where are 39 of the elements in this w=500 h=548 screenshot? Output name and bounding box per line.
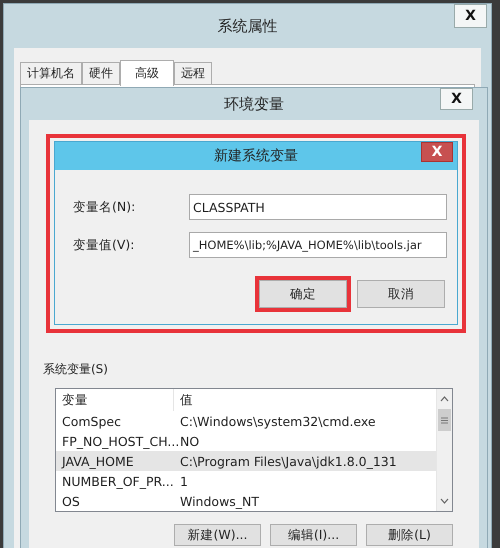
input-field[interactable]: CLASSPATH bbox=[189, 194, 447, 220]
dialog-button[interactable]: 取消 bbox=[357, 280, 445, 308]
table-cell-text: OS bbox=[61, 494, 81, 508]
field-label: 变量名(N): bbox=[73, 198, 136, 216]
table-cell-text: NUMBER_OF_PR... bbox=[61, 474, 174, 488]
tab[interactable]: 计算机名 bbox=[20, 62, 82, 84]
column-header[interactable]: 值 bbox=[174, 389, 436, 411]
scroll-bar[interactable] bbox=[436, 389, 452, 511]
close-button[interactable]: X bbox=[421, 142, 453, 162]
list-row[interactable]: OS Windows_NT bbox=[56, 491, 436, 511]
field-label: 变量值(V): bbox=[73, 236, 136, 254]
input-field[interactable]: _HOME%\lib;%JAVA_HOME%\lib\tools.jar bbox=[189, 232, 447, 258]
window-title: 系统属性 bbox=[218, 16, 278, 36]
scroll-thumb[interactable] bbox=[438, 409, 451, 431]
close-button[interactable]: X bbox=[454, 4, 487, 28]
list-row[interactable]: ComSpec C:\Windows\system32\cmd.exe bbox=[56, 411, 436, 431]
list-row[interactable]: NUMBER_OF_PR... 1 bbox=[56, 471, 436, 491]
tab[interactable]: 高级 bbox=[120, 60, 174, 86]
column-header[interactable]: 变量 bbox=[56, 389, 174, 411]
tab[interactable]: 硬件 bbox=[82, 62, 120, 84]
table-cell-text: C:\Windows\system32\cmd.exe bbox=[179, 414, 377, 428]
group-label: 系统变量(S) bbox=[43, 361, 109, 378]
dialog-button[interactable]: 确定 bbox=[259, 280, 347, 308]
window-title: 环境变量 bbox=[224, 94, 284, 114]
list-row[interactable]: FP_NO_HOST_CH...NO bbox=[56, 431, 436, 451]
table-cell-text: ComSpec bbox=[61, 414, 122, 428]
tab[interactable]: 远程 bbox=[174, 62, 212, 84]
list-button[interactable]: 编辑(I)... bbox=[270, 524, 357, 546]
list-button[interactable]: 新建(W)... bbox=[174, 524, 261, 546]
scroll-up-icon[interactable] bbox=[440, 396, 449, 402]
table-cell-text: JAVA_HOME bbox=[60, 454, 135, 468]
table-cell-text: Windows_NT bbox=[179, 494, 260, 508]
list-row[interactable]: JAVA_HOME C:\Program Files\Java\jdk1.8.0_131 bbox=[56, 451, 436, 471]
scroll-down-icon[interactable] bbox=[440, 498, 449, 504]
dialog-title: 新建系统变量 bbox=[214, 147, 298, 165]
table-cell-text: C:\Program Files\Java\jdk1.8.0_131 bbox=[179, 454, 398, 468]
table-cell-text: 1 bbox=[179, 474, 189, 488]
close-button[interactable]: X bbox=[440, 88, 473, 110]
list-button[interactable]: 删除(L) bbox=[366, 524, 453, 546]
